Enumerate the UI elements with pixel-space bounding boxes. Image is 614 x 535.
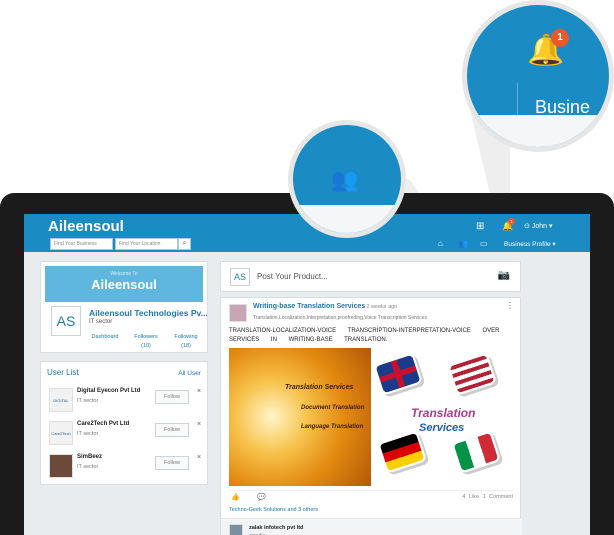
user-avatar-icon: ⊙: [524, 223, 532, 230]
post-avatar: AS: [230, 268, 250, 286]
following-link[interactable]: Following (18): [167, 334, 205, 349]
users-icon: 👥: [331, 167, 359, 192]
search-button[interactable]: ⌕: [178, 238, 191, 250]
business-label-zoom: Busine: [535, 97, 591, 117]
users-icon[interactable]: 👥: [458, 239, 468, 248]
camera-icon[interactable]: 📷: [498, 270, 510, 281]
post-time: - 2 weeks ago: [363, 304, 398, 310]
notification-badge: 1: [508, 218, 515, 225]
list-item: DIGITAL EYECON Digital Eyecon Pvt Ltd IT…: [47, 386, 203, 416]
post-image-left: Translation Services Document Translatio…: [229, 348, 371, 486]
germany-flag-book: [377, 430, 427, 474]
image-caption-1: Translation Services: [285, 384, 354, 391]
grid-icon[interactable]: ⊞: [476, 221, 484, 232]
close-icon[interactable]: ×: [197, 454, 201, 461]
italy-flag-book: [451, 430, 501, 474]
search-icon: ⌕: [182, 240, 187, 247]
list-item: Care2Tech Care2Tech Pvt Ltd IT sector Fo…: [47, 419, 203, 449]
post-likers[interactable]: Techno-Geek Solutions and 3 others: [229, 507, 318, 513]
more-options-icon[interactable]: ⋮: [506, 301, 514, 310]
feed-post: Writing-base Translation Services - 2 we…: [220, 297, 522, 535]
post-actions: 👍 💬 4 Like 1 Comment: [229, 490, 513, 502]
followers-link[interactable]: Followers (10): [127, 334, 165, 349]
user-name[interactable]: SimBeez: [77, 454, 102, 460]
post-tags: Translation,Localization,Interpretation,…: [253, 315, 428, 321]
promo-stage: Aileensoul Find Your Business Find Your …: [0, 0, 614, 535]
post-body: TRANSLATION-LOCALIZATION-VOICE TRANSCRIP…: [229, 328, 500, 343]
dashboard-link[interactable]: Dashboard: [85, 334, 125, 340]
follow-button[interactable]: Follow: [155, 423, 189, 437]
user-sector: IT sector: [77, 431, 99, 437]
chat-icon[interactable]: ▭: [480, 239, 488, 248]
next-post-preview: zalak infotech pvt ltd zmedia: [221, 518, 522, 535]
dashboard-label: Dashboard: [91, 334, 119, 340]
post-product-box: AS Post Your Product... 📷: [220, 261, 521, 292]
app-screen: Aileensoul Find Your Business Find Your …: [24, 214, 590, 535]
image-subtitle: Services: [419, 422, 465, 434]
like-icon[interactable]: 👍: [231, 493, 240, 501]
close-icon[interactable]: ×: [197, 421, 201, 428]
user-list-title: User List: [47, 368, 79, 377]
user-name[interactable]: Digital Eyecon Pvt Ltd: [77, 388, 140, 394]
post-author[interactable]: Writing-base Translation Services: [253, 303, 365, 310]
following-label: Following: [174, 334, 198, 340]
zoom-band: [467, 115, 609, 147]
chevron-down-icon: ▾: [550, 241, 556, 248]
followers-label: Followers: [134, 334, 158, 340]
next-post-avatar[interactable]: [229, 524, 243, 535]
business-profile-menu[interactable]: Business Profile ▾: [504, 240, 556, 248]
zoom-bubble-users: 👥: [288, 120, 406, 238]
home-icon[interactable]: ⌂: [438, 239, 443, 248]
user-sector: IT sector: [77, 464, 99, 470]
zoom-bubble-notifications: 🔔 1 Busine: [462, 0, 614, 152]
user-name[interactable]: Care2Tech Pvt Ltd: [77, 421, 129, 427]
followers-count: (10): [141, 343, 151, 349]
user-logo[interactable]: Care2Tech: [49, 421, 73, 445]
chevron-down-icon: ▾: [547, 223, 553, 230]
comment-icon[interactable]: 💬: [257, 493, 266, 501]
list-item: SimBeez IT sector Follow ×: [47, 452, 203, 482]
location-search-input[interactable]: Find Your Location: [115, 238, 178, 250]
divider: [517, 83, 518, 115]
user-photo[interactable]: [49, 454, 73, 478]
profile-avatar[interactable]: AS: [51, 306, 81, 336]
user-sector: IT sector: [77, 398, 99, 404]
profile-banner: Welcome To Aileensoul: [45, 266, 203, 302]
business-profile-label: Business Profile: [504, 241, 551, 248]
business-search-input[interactable]: Find Your Business: [50, 238, 113, 250]
follow-button[interactable]: Follow: [155, 390, 189, 404]
app-logo[interactable]: Aileensoul: [48, 218, 124, 235]
user-menu[interactable]: ⊙ John ▾: [524, 222, 552, 230]
post-author-avatar[interactable]: [229, 304, 247, 322]
uk-flag-book: [373, 352, 423, 396]
following-count: (18): [181, 343, 191, 349]
profile-card: Welcome To Aileensoul AS Aileensoul Tech…: [40, 261, 208, 353]
post-image[interactable]: Translation Services Document Translatio…: [229, 348, 513, 486]
image-title: Translation: [411, 406, 476, 420]
follow-button[interactable]: Follow: [155, 456, 189, 470]
user-name: John: [531, 223, 547, 230]
next-post-author[interactable]: zalak infotech pvt ltd: [249, 525, 303, 531]
post-product-input[interactable]: Post Your Product...: [257, 272, 328, 281]
us-flag-book: [447, 352, 497, 396]
notification-badge-zoom: 1: [551, 29, 569, 47]
all-user-link[interactable]: All User: [178, 370, 201, 377]
user-logo[interactable]: DIGITAL EYECON: [49, 388, 73, 412]
image-caption-3: Language Translation: [301, 424, 364, 430]
post-image-right: Translation Services: [371, 348, 513, 486]
image-caption-2: Document Translation: [301, 405, 365, 411]
post-stats[interactable]: 4 Like 1 Comment: [462, 494, 513, 500]
user-list-card: User List All User DIGITAL EYECON Digita…: [40, 361, 208, 485]
banner-brand: Aileensoul: [91, 277, 157, 292]
profile-name[interactable]: Aileensoul Technologies Pv...: [89, 308, 207, 318]
profile-sector: IT sector: [89, 319, 113, 325]
close-icon[interactable]: ×: [197, 388, 201, 395]
